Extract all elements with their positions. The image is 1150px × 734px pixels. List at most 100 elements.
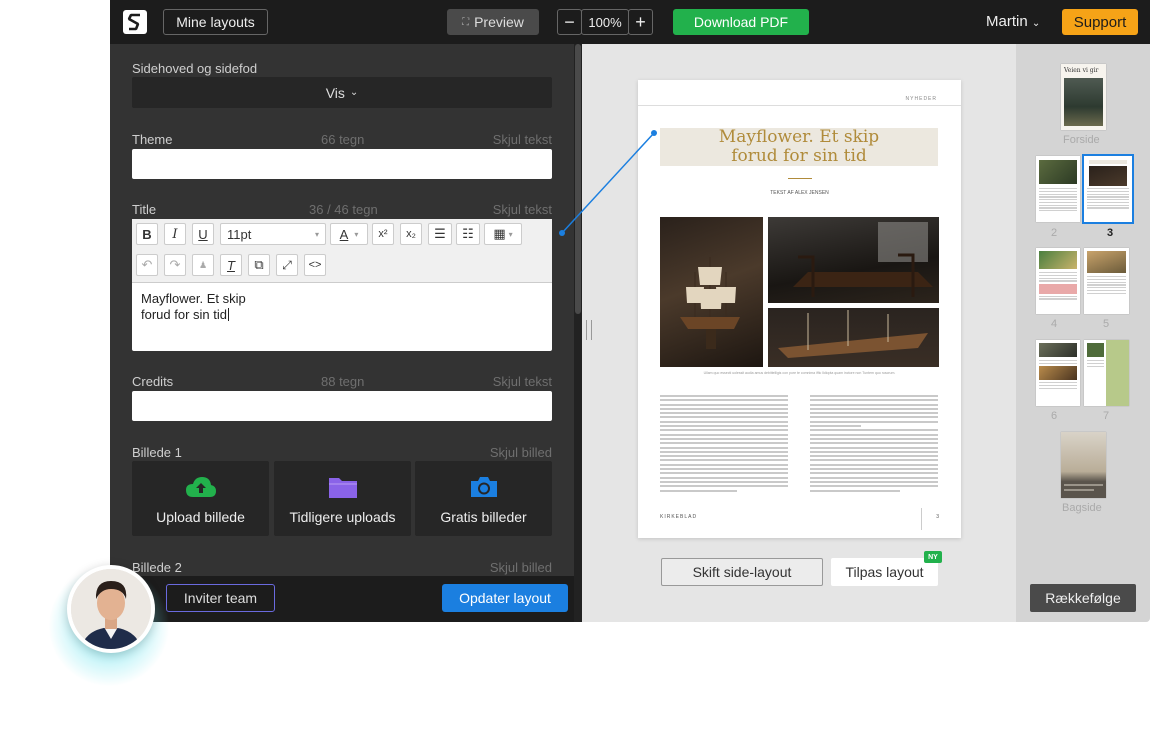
user-name: Martin [986, 13, 1028, 30]
text-caret [228, 308, 229, 321]
image1-hide-link[interactable]: Skjul billed [490, 445, 552, 460]
app-logo[interactable] [123, 10, 147, 34]
previous-uploads-button[interactable]: Tidligere uploads [274, 461, 411, 536]
theme-hide-link[interactable]: Skjul tekst [493, 132, 552, 147]
credits-hide-link[interactable]: Skjul tekst [493, 374, 552, 389]
bullet-list-icon[interactable]: ☰ [428, 223, 452, 245]
selected-page-indicator [1082, 154, 1134, 224]
pages-sidebar: Veien vi gir Forside 2 3 4 5 6 7 Bagside… [1016, 44, 1150, 622]
text-color-icon[interactable]: A ▾ [330, 223, 368, 245]
upload-image-button[interactable]: Upload billede [132, 461, 269, 536]
font-size-select[interactable]: 11pt ▾ [220, 223, 326, 245]
fit-layout-button[interactable]: Tilpas layout [831, 558, 938, 586]
page-label-7: 7 [1103, 410, 1110, 422]
page-preview[interactable]: NYHEDER Mayflower. Et skip forud for sin… [638, 80, 961, 538]
underline-icon[interactable]: U [192, 223, 214, 245]
zoom-out-button[interactable]: − [557, 9, 582, 35]
header-footer-select[interactable]: Vis ⌄ [132, 77, 552, 108]
fullscreen-icon: ⛶ [462, 16, 470, 28]
page-label-3: 3 [1107, 227, 1114, 239]
page-thumb-6[interactable] [1036, 340, 1080, 406]
page-thumb-4[interactable] [1036, 248, 1080, 314]
change-page-layout-button[interactable]: Skift side-layout [661, 558, 823, 586]
italic-icon[interactable]: I [164, 223, 186, 245]
free-images-label: Gratis billeder [440, 509, 527, 525]
body-text-column-2 [810, 395, 938, 505]
page-thumb-2[interactable] [1036, 156, 1080, 222]
page-thumb-back[interactable] [1061, 432, 1106, 498]
image2-hide-link[interactable]: Skjul billed [490, 560, 552, 575]
previous-uploads-label: Tidligere uploads [289, 509, 396, 525]
title-line-2: forud for sin tid [141, 307, 543, 323]
chevron-down-icon: ⌄ [349, 87, 359, 98]
bold-icon[interactable]: B [136, 223, 158, 245]
body-text-column-1 [660, 395, 788, 505]
chevron-down-icon: ⌄ [1031, 18, 1041, 29]
camera-icon [415, 475, 552, 501]
title-char-count: 36 / 46 tegn [309, 202, 378, 217]
title-hide-link[interactable]: Skjul tekst [493, 202, 552, 217]
theme-char-count: 66 tegn [321, 132, 365, 147]
support-button[interactable]: Support [1062, 9, 1138, 35]
theme-label: Theme [132, 132, 173, 147]
new-badge: NY [924, 551, 942, 563]
page-thumb-5[interactable] [1084, 248, 1129, 314]
title-rich-editor[interactable]: B I U 11pt ▾ A ▾ x² x₂ ☰ ☷ ▦ ▾ ↶ ↷ ♟ T ⧉ ⤢… [132, 219, 552, 351]
title-editor-content[interactable]: Mayflower. Et skip forud for sin tid [132, 283, 552, 331]
header-footer-row: Sidehoved og sidefod [132, 61, 552, 76]
page-title[interactable]: Mayflower. Et skip forud for sin tid [660, 128, 938, 166]
redo-icon[interactable]: ↷ [164, 254, 186, 276]
dining-room-photo[interactable] [768, 217, 939, 303]
user-menu[interactable]: Martin ⌄ [986, 13, 1040, 30]
undo-icon[interactable]: ↶ [136, 254, 158, 276]
page-thumb-7[interactable] [1084, 340, 1129, 406]
ship-detail-photo[interactable] [768, 308, 939, 367]
table-icon[interactable]: ▦ ▾ [484, 223, 522, 245]
free-images-button[interactable]: Gratis billeder [415, 461, 552, 536]
preview-button[interactable]: ⛶ Preview [447, 9, 539, 35]
update-layout-button[interactable]: Opdater layout [442, 584, 568, 612]
page-label-2: 2 [1051, 227, 1058, 239]
title-label: Title [132, 202, 157, 217]
title-line-1: Mayflower. Et skip [141, 291, 246, 306]
panel-resize-handle[interactable] [586, 320, 592, 340]
fullscreen-icon[interactable]: ⤢ [276, 254, 298, 276]
format-painter-icon[interactable]: ♟ [192, 254, 214, 276]
download-pdf-button[interactable]: Download PDF [673, 9, 809, 35]
page-thumb-front[interactable]: Veien vi gir [1061, 64, 1106, 130]
theme-input[interactable] [132, 149, 552, 179]
caret-down-icon: ▾ [314, 229, 319, 239]
photo-caption: Ullam quo essecti uolessit audia amus de… [703, 371, 896, 375]
my-layouts-button[interactable]: Mine layouts [163, 9, 268, 35]
ship-model-photo[interactable] [660, 217, 763, 367]
editor-bottom-bar: Inviter team Opdater layout [110, 576, 574, 622]
credits-label: Credits [132, 374, 174, 389]
credits-input[interactable] [132, 391, 552, 421]
editor-panel: Sidehoved og sidefod Vis ⌄ Theme 66 tegn… [110, 44, 574, 622]
clear-formatting-icon[interactable]: T [220, 254, 242, 276]
page-order-button[interactable]: Rækkefølge [1030, 584, 1136, 612]
page-section-label: NYHEDER [905, 96, 937, 102]
paste-text-icon[interactable]: ⧉ [248, 254, 270, 276]
zoom-level: 100% [581, 9, 629, 35]
invite-team-button[interactable]: Inviter team [166, 584, 275, 612]
cloud-upload-icon [132, 475, 269, 501]
user-portrait-icon [71, 569, 151, 649]
cover-title: Veien vi gir [1064, 67, 1099, 74]
source-code-icon[interactable]: <> [304, 254, 326, 276]
zoom-in-button[interactable]: + [628, 9, 653, 35]
superscript-icon[interactable]: x² [372, 223, 394, 245]
font-size-value: 11pt [227, 226, 252, 242]
avatar[interactable] [67, 565, 155, 653]
editor-scrollbar[interactable] [574, 44, 582, 622]
page-preview-area: NYHEDER Mayflower. Et skip forud for sin… [582, 44, 1016, 622]
credits-row: Credits 88 tegn Skjul tekst [132, 374, 552, 389]
numbered-list-icon[interactable]: ☷ [456, 223, 480, 245]
page-byline: TEKST AF ALEX JENSEN [770, 190, 829, 196]
page-header-rule [638, 105, 961, 106]
page-title-line-2: forud for sin tid [731, 146, 867, 166]
page-label-6: 6 [1051, 410, 1058, 422]
page-label-back: Bagside [1062, 502, 1102, 514]
scrollbar-thumb[interactable] [575, 44, 581, 314]
subscript-icon[interactable]: x₂ [400, 223, 422, 245]
